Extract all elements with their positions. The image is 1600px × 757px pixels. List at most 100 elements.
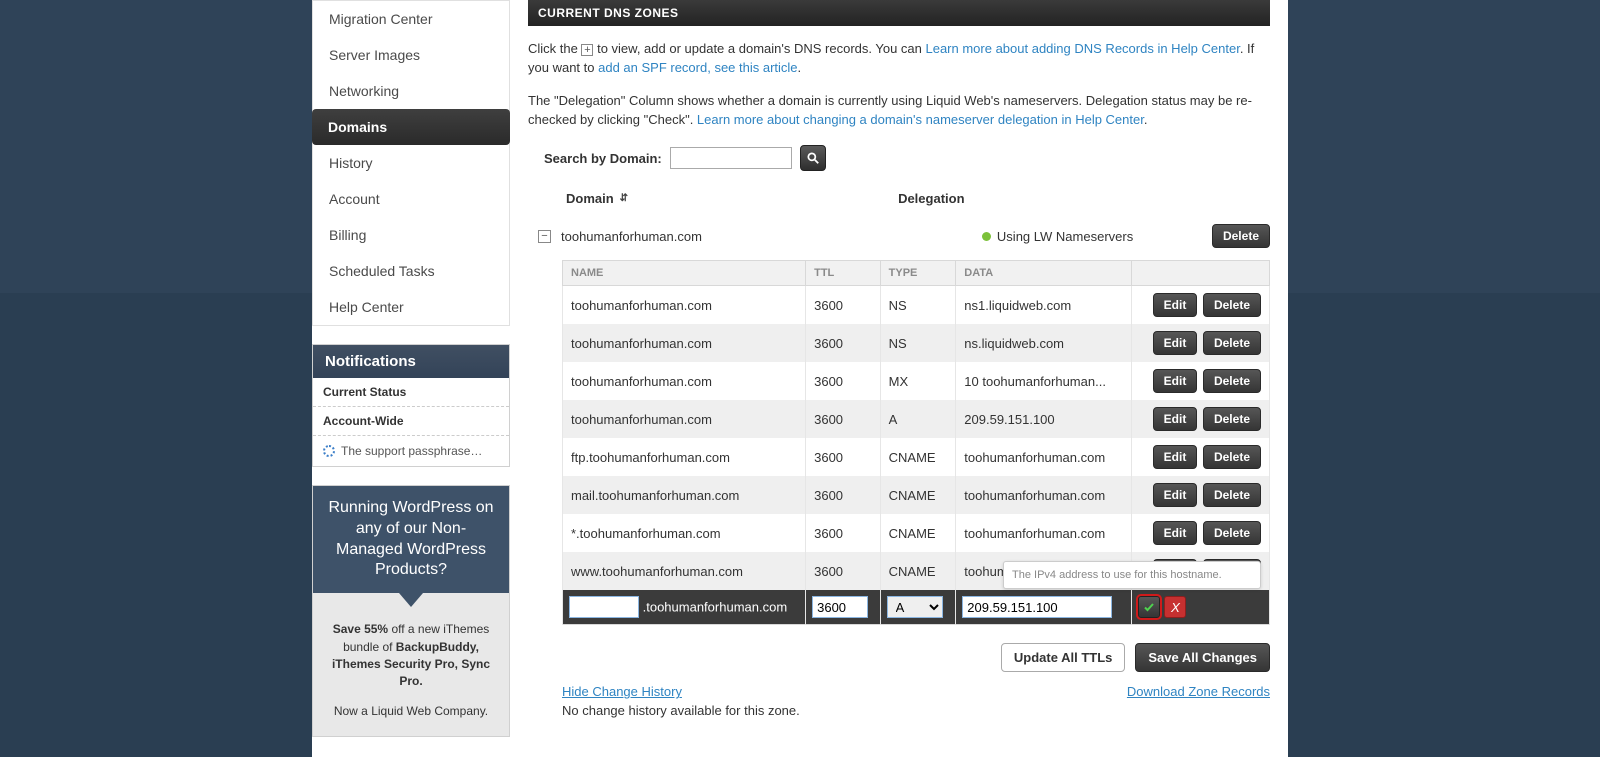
cell-name: toohumanforhuman.com (563, 362, 806, 400)
cell-data: ns1.liquidweb.com (956, 286, 1132, 325)
table-row: ftp.toohumanforhuman.com3600CNAMEtoohuma… (563, 438, 1270, 476)
delegation-status-text: Using LW Nameservers (997, 229, 1133, 244)
status-dot-icon (982, 232, 991, 241)
cell-name: toohumanforhuman.com (563, 400, 806, 438)
spf-article-link[interactable]: add an SPF record, see this article (598, 60, 797, 75)
zones-column-headers: Domain ⇵ Delegation (528, 185, 1270, 216)
table-row: mail.toohumanforhuman.com3600CNAMEtoohum… (563, 476, 1270, 514)
search-row: Search by Domain: (528, 145, 1270, 171)
cell-type: CNAME (880, 476, 956, 514)
delete-record-button[interactable]: Delete (1203, 369, 1261, 393)
domain-column-header[interactable]: Domain ⇵ (566, 191, 628, 206)
new-record-row: .toohumanforhuman.comAX (563, 590, 1270, 625)
table-row: *.toohumanforhuman.com3600CNAMEtoohumanf… (563, 514, 1270, 552)
notification-item[interactable]: The support passphrase… (313, 436, 509, 466)
cell-ttl: 3600 (806, 362, 881, 400)
search-icon (806, 151, 820, 165)
delete-record-button[interactable]: Delete (1203, 293, 1261, 317)
new-record-data-input[interactable] (962, 596, 1112, 618)
delete-record-button[interactable]: Delete (1203, 331, 1261, 355)
table-row: toohumanforhuman.com3600NSns1.liquidweb.… (563, 286, 1270, 325)
edit-record-button[interactable]: Edit (1153, 483, 1198, 507)
cell-name: ftp.toohumanforhuman.com (563, 438, 806, 476)
cell-type: NS (880, 324, 956, 362)
check-icon (1143, 601, 1155, 613)
cell-ttl: 3600 (806, 400, 881, 438)
cell-type: MX (880, 362, 956, 400)
delete-record-button[interactable]: Delete (1203, 445, 1261, 469)
notifications-account-wide[interactable]: Account-Wide (313, 407, 509, 436)
confirm-record-button[interactable] (1138, 596, 1160, 618)
zone-domain-name: toohumanforhuman.com (561, 229, 702, 244)
intro-paragraph-1: Click the + to view, add or update a dom… (528, 40, 1270, 78)
search-label: Search by Domain: (544, 151, 662, 166)
sidebar-item-account[interactable]: Account (313, 181, 509, 217)
th-type: TYPE (880, 261, 956, 286)
promo-ad[interactable]: Running WordPress on any of our Non-Mana… (312, 485, 510, 737)
sidebar-item-migration-center[interactable]: Migration Center (313, 1, 509, 37)
delete-zone-button[interactable]: Delete (1212, 224, 1270, 248)
sidebar-item-server-images[interactable]: Server Images (313, 37, 509, 73)
notifications-current-status[interactable]: Current Status (313, 378, 509, 407)
cell-data: toohumanforhuman.com (956, 476, 1132, 514)
search-button[interactable] (800, 145, 826, 171)
sidebar-item-domains[interactable]: Domains (312, 109, 510, 145)
delete-record-button[interactable]: Delete (1203, 407, 1261, 431)
sidebar-item-networking[interactable]: Networking (313, 73, 509, 109)
delegation-column-header[interactable]: Delegation (898, 191, 964, 206)
new-record-type-select[interactable]: A (887, 596, 943, 618)
cell-ttl: 3600 (806, 438, 881, 476)
cell-data: ns.liquidweb.com (956, 324, 1132, 362)
cell-type: A (880, 400, 956, 438)
new-record-subdomain-input[interactable] (569, 596, 639, 618)
table-row: toohumanforhuman.com3600MX10 toohumanfor… (563, 362, 1270, 400)
notification-text: The support passphrase… (341, 444, 482, 458)
edit-record-button[interactable]: Edit (1153, 445, 1198, 469)
th-actions (1132, 261, 1270, 286)
plus-icon: + (581, 44, 593, 56)
cell-name: toohumanforhuman.com (563, 324, 806, 362)
ad-body-text: Save 55% off a new iThemes bundle of Bac… (313, 615, 509, 697)
search-input[interactable] (670, 147, 792, 169)
edit-record-button[interactable]: Edit (1153, 331, 1198, 355)
edit-record-button[interactable]: Edit (1153, 407, 1198, 431)
table-row: toohumanforhuman.com3600NSns.liquidweb.c… (563, 324, 1270, 362)
update-all-ttls-button[interactable]: Update All TTLs (1001, 643, 1125, 672)
ad-headline: Running WordPress on any of our Non-Mana… (313, 486, 509, 593)
no-change-history-text: No change history available for this zon… (562, 703, 1270, 718)
th-name: NAME (563, 261, 806, 286)
collapse-toggle[interactable]: − (538, 230, 551, 243)
sidebar-item-help-center[interactable]: Help Center (313, 289, 509, 325)
cell-type: CNAME (880, 552, 956, 590)
x-icon: X (1171, 600, 1180, 615)
sort-icon: ⇵ (620, 193, 628, 204)
delete-record-button[interactable]: Delete (1203, 483, 1261, 507)
new-record-ttl-input[interactable] (812, 596, 868, 618)
edit-record-button[interactable]: Edit (1153, 521, 1198, 545)
ad-company-text: Now a Liquid Web Company. (313, 697, 509, 726)
notifications-panel: Notifications Current Status Account-Wid… (312, 344, 510, 467)
cell-name: toohumanforhuman.com (563, 286, 806, 325)
data-field-tooltip: The IPv4 address to use for this hostnam… (1003, 561, 1261, 589)
th-ttl: TTL (806, 261, 881, 286)
sidebar-item-billing[interactable]: Billing (313, 217, 509, 253)
cancel-record-button[interactable]: X (1164, 596, 1186, 618)
help-dns-records-link[interactable]: Learn more about adding DNS Records in H… (925, 41, 1239, 56)
delete-record-button[interactable]: Delete (1203, 521, 1261, 545)
save-all-changes-button[interactable]: Save All Changes (1135, 643, 1270, 672)
help-delegation-link[interactable]: Learn more about changing a domain's nam… (697, 112, 1144, 127)
edit-record-button[interactable]: Edit (1153, 369, 1198, 393)
sidebar-nav: Migration CenterServer ImagesNetworkingD… (312, 0, 510, 326)
sidebar-item-history[interactable]: History (313, 145, 509, 181)
main-content: CURRENT DNS ZONES Click the + to view, a… (510, 0, 1288, 757)
hide-change-history-link[interactable]: Hide Change History (562, 684, 682, 699)
download-zone-records-link[interactable]: Download Zone Records (1127, 684, 1270, 699)
cell-data: toohumanforhuman.com (956, 514, 1132, 552)
cell-ttl: 3600 (806, 476, 881, 514)
cell-ttl: 3600 (806, 514, 881, 552)
edit-record-button[interactable]: Edit (1153, 293, 1198, 317)
cell-data: 10 toohumanforhuman... (956, 362, 1132, 400)
delegation-status: Using LW Nameservers (982, 229, 1133, 244)
cell-name: www.toohumanforhuman.com (563, 552, 806, 590)
sidebar-item-scheduled-tasks[interactable]: Scheduled Tasks (313, 253, 509, 289)
